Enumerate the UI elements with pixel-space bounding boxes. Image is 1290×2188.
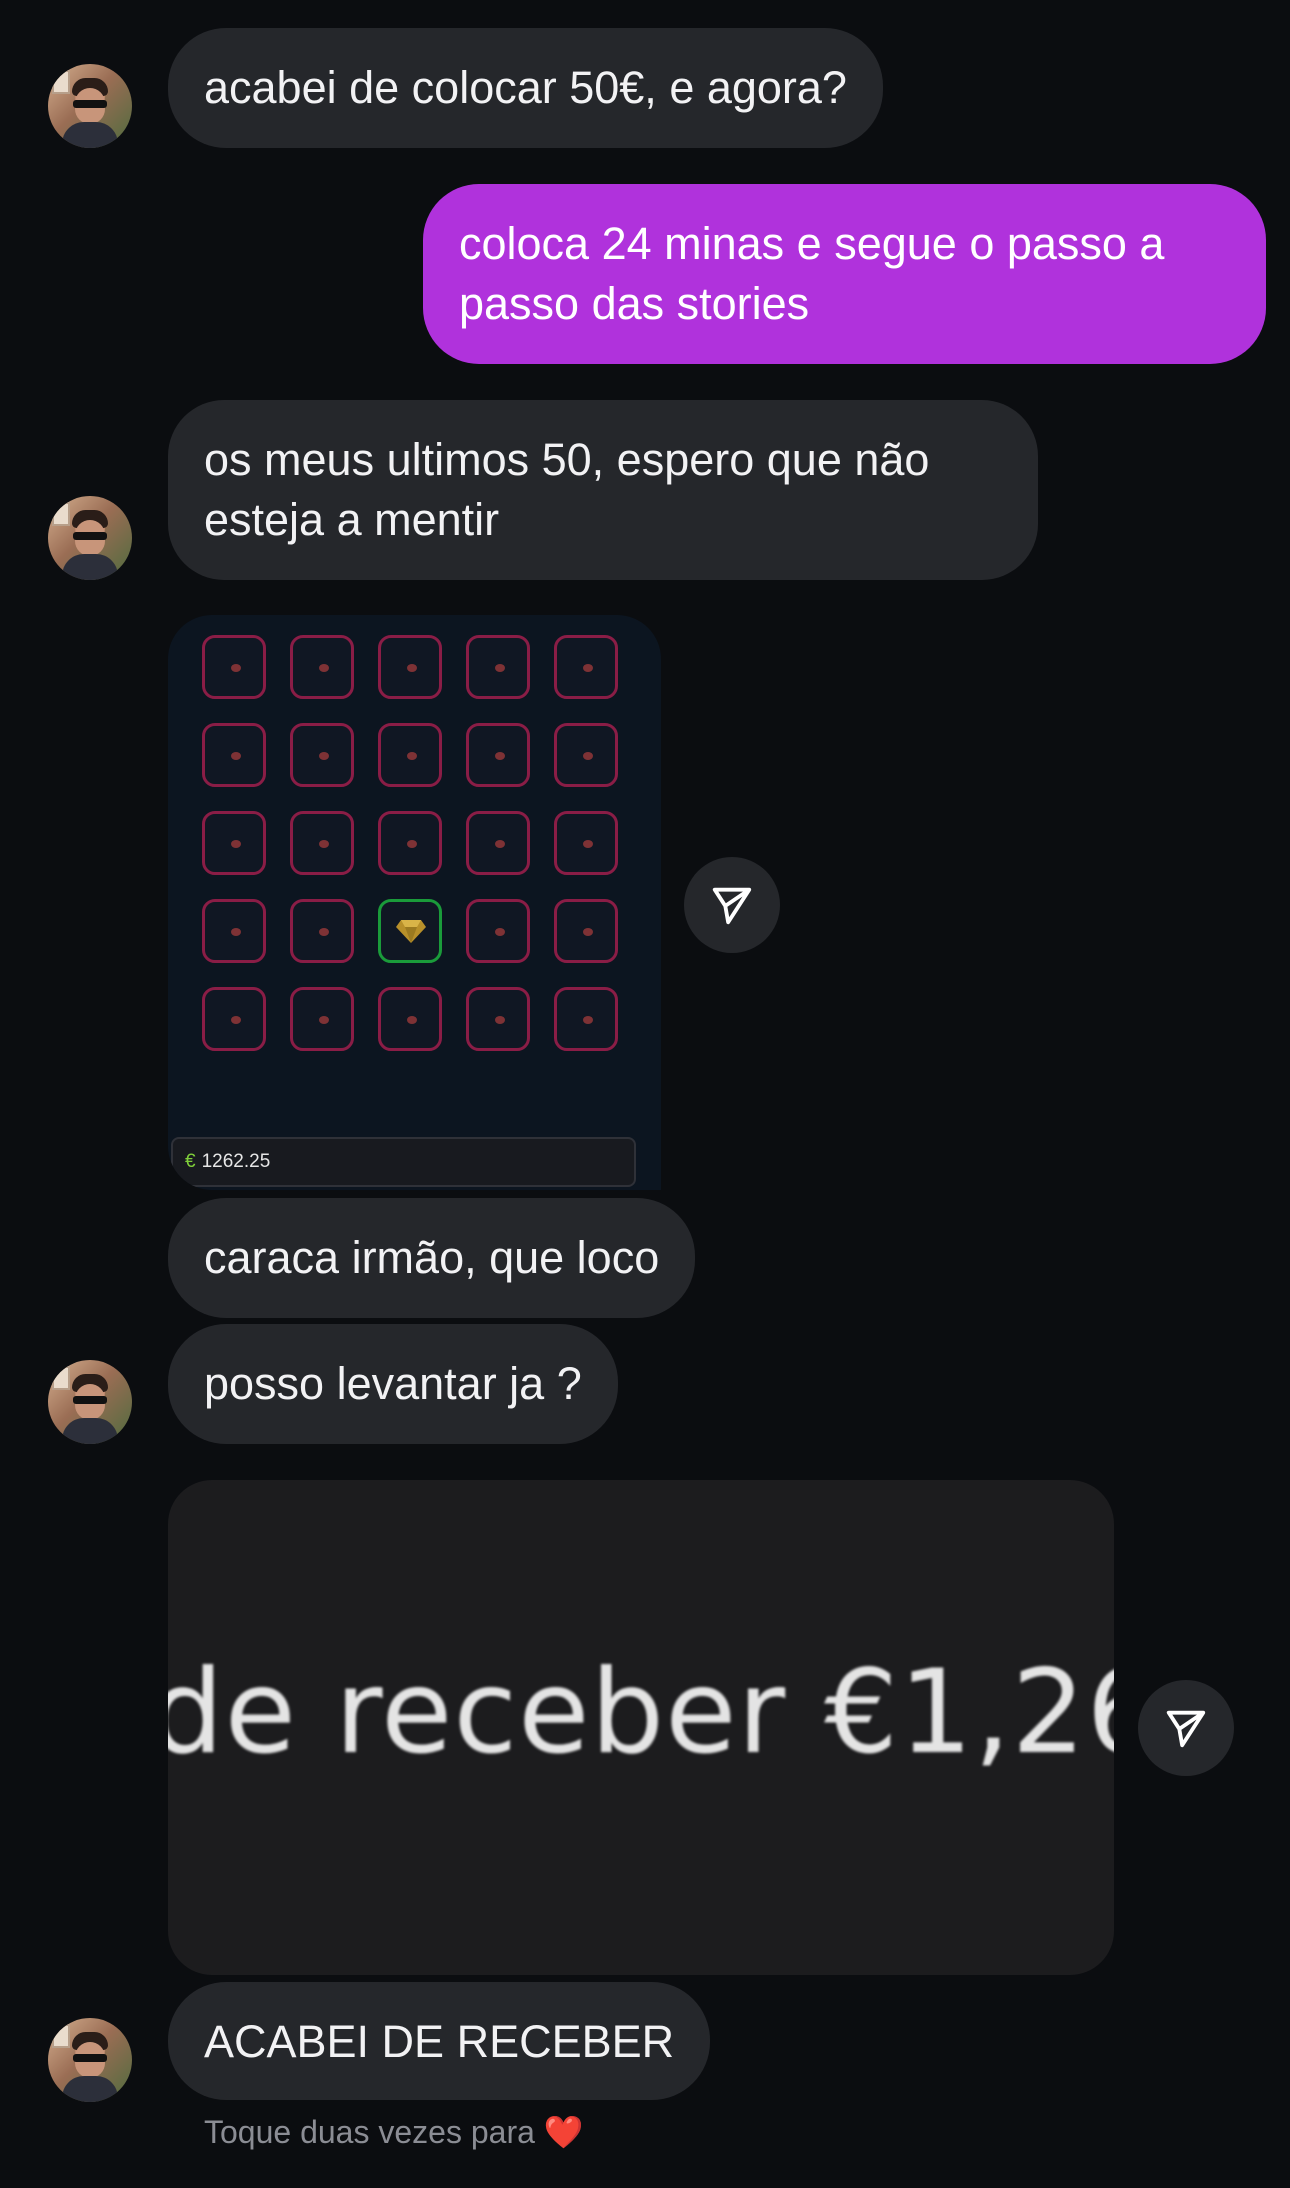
incoming-message[interactable]: posso levantar ja ? <box>168 1324 618 1444</box>
mine-icon <box>319 840 329 848</box>
message-text: coloca 24 minas e segue o passo a passo … <box>459 218 1165 329</box>
incoming-message[interactable]: caraca irmão, que loco <box>168 1198 696 1318</box>
mine-tile <box>202 811 266 875</box>
mine-icon <box>231 840 241 848</box>
mine-tile <box>554 635 618 699</box>
outgoing-message[interactable]: coloca 24 minas e segue o passo a passo … <box>423 184 1266 364</box>
mine-icon <box>319 664 329 672</box>
mine-icon <box>495 840 505 848</box>
heart-icon: ❤️ <box>543 2114 584 2150</box>
mine-tile <box>554 811 618 875</box>
mine-tile <box>290 635 354 699</box>
message-text: acabei de colocar 50€, e agora? <box>204 62 847 113</box>
reaction-hint: Toque duas vezes para ❤️ <box>204 2112 584 2152</box>
mine-icon <box>495 664 505 672</box>
currency-symbol: € <box>185 1151 196 1172</box>
message-text: caraca irmão, que loco <box>204 1232 660 1283</box>
message-text: os meus ultimos 50, espero que não estej… <box>204 434 930 545</box>
message-text: posso levantar ja ? <box>204 1358 582 1409</box>
mine-tile <box>466 723 530 787</box>
mine-tile <box>466 899 530 963</box>
mine-tile <box>290 987 354 1051</box>
mine-icon <box>495 928 505 936</box>
mine-tile <box>466 987 530 1051</box>
gem-tile <box>378 899 442 963</box>
balance-value: 1262.25 <box>201 1151 271 1172</box>
mine-icon <box>231 752 241 760</box>
mine-tile <box>378 635 442 699</box>
hint-text: Toque duas vezes para <box>204 2114 535 2150</box>
mine-icon <box>495 1016 505 1024</box>
mine-tile <box>554 899 618 963</box>
photo-caption-text: de receber €1,26 <box>168 1645 1114 1780</box>
mine-tile <box>554 987 618 1051</box>
mine-tile <box>290 811 354 875</box>
mine-icon <box>583 664 593 672</box>
mine-tile <box>202 723 266 787</box>
mine-tile <box>202 987 266 1051</box>
mine-icon <box>231 928 241 936</box>
incoming-message[interactable]: ACABEI DE RECEBER <box>168 1982 711 2100</box>
mine-icon <box>319 1016 329 1024</box>
mine-icon <box>319 928 329 936</box>
mine-icon <box>583 928 593 936</box>
mine-icon <box>407 840 417 848</box>
mines-grid <box>202 635 618 1051</box>
mine-icon <box>583 1016 593 1024</box>
share-button[interactable] <box>1138 1680 1234 1776</box>
contact-avatar[interactable] <box>48 64 132 148</box>
mine-icon <box>231 1016 241 1024</box>
game-screenshot-attachment[interactable]: €1262.25 <box>168 615 661 1190</box>
mine-tile <box>466 811 530 875</box>
mine-tile <box>290 723 354 787</box>
mine-icon <box>319 752 329 760</box>
mine-icon <box>231 664 241 672</box>
contact-avatar[interactable] <box>48 496 132 580</box>
balance-bar: €1262.25 <box>171 1137 636 1187</box>
mine-tile <box>202 899 266 963</box>
mine-tile <box>202 635 266 699</box>
mine-icon <box>407 752 417 760</box>
photo-attachment[interactable]: de receber €1,26 <box>168 1480 1114 1975</box>
gem-icon <box>396 920 426 943</box>
mine-icon <box>583 840 593 848</box>
paper-plane-icon <box>712 887 752 925</box>
message-text: ACABEI DE RECEBER <box>204 2016 675 2067</box>
mine-tile <box>554 723 618 787</box>
mine-icon <box>407 1016 417 1024</box>
mine-icon <box>407 664 417 672</box>
share-button[interactable] <box>684 857 780 953</box>
mine-icon <box>495 752 505 760</box>
mine-tile <box>466 635 530 699</box>
mine-tile <box>378 987 442 1051</box>
mine-tile <box>290 899 354 963</box>
paper-plane-icon <box>1166 1710 1206 1748</box>
contact-avatar[interactable] <box>48 1360 132 1444</box>
mine-tile <box>378 811 442 875</box>
mine-tile <box>378 723 442 787</box>
incoming-message[interactable]: acabei de colocar 50€, e agora? <box>168 28 883 148</box>
contact-avatar[interactable] <box>48 2018 132 2102</box>
mine-icon <box>583 752 593 760</box>
incoming-message[interactable]: os meus ultimos 50, espero que não estej… <box>168 400 1038 580</box>
